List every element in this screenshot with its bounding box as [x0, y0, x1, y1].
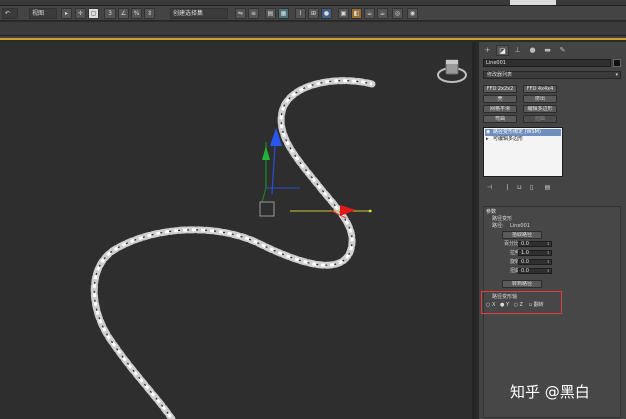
- tab-create[interactable]: +: [481, 45, 494, 56]
- mirror-icon[interactable]: ⇋: [235, 8, 246, 19]
- material-editor-icon[interactable]: ●: [321, 8, 332, 19]
- modifier-stack[interactable]: ◉ 路径变形绑定 (WSM) ▸ 可编辑多边形: [483, 127, 563, 177]
- a360-icon[interactable]: ◉: [407, 8, 418, 19]
- layer-icon[interactable]: ▤: [265, 8, 276, 19]
- spinner-snap-icon[interactable]: ⇕: [144, 8, 155, 19]
- radio-axis-y[interactable]: ● Y: [500, 302, 509, 308]
- render-iterative-icon[interactable]: ☕: [377, 8, 388, 19]
- spinner-arrows-icon[interactable]: ⇕: [547, 242, 550, 246]
- object-name-field[interactable]: Line001: [483, 59, 611, 67]
- spinner-arrows-icon[interactable]: ⇕: [547, 251, 550, 255]
- expand-arrow-icon[interactable]: ▸: [486, 136, 489, 143]
- select-region-icon[interactable]: ▢: [88, 8, 99, 19]
- axis-radio-group: ○ X ● Y ○ Z ▫ 翻转: [486, 302, 544, 308]
- modifier-button-bend[interactable]: 弯曲: [483, 115, 517, 123]
- twist-value: 0.0: [521, 268, 529, 274]
- tab-hierarchy[interactable]: ⊥: [511, 45, 524, 56]
- viewport-scene: [90, 59, 467, 419]
- axis-y-label: Y: [505, 302, 509, 308]
- tab-modify[interactable]: ◪: [496, 45, 509, 56]
- pivot-box: [259, 201, 275, 217]
- modifier-button-meshsmooth[interactable]: 网格平滑: [483, 105, 517, 113]
- render-frame-icon[interactable]: ◧: [351, 8, 362, 19]
- axis-x-label: X: [491, 302, 496, 308]
- transform-gizmo[interactable]: [261, 128, 300, 203]
- rotation-value: 0.0: [521, 259, 529, 265]
- eye-icon[interactable]: ◉: [486, 129, 490, 136]
- tab-motion[interactable]: ●: [526, 45, 539, 56]
- stack-tools: ⊣ | ⊔ ▯ ▤: [483, 184, 621, 192]
- render-setup-icon[interactable]: ▣: [338, 8, 349, 19]
- modifier-button-twist[interactable]: 扭曲: [523, 115, 557, 123]
- percent-spinner[interactable]: 0.0 ⇕: [518, 241, 552, 247]
- stretch-spinner[interactable]: 1.0 ⇕: [518, 250, 552, 256]
- selection-set-dropdown[interactable]: 创建选择集: [170, 8, 228, 19]
- stack-item-label: 可编辑多边形: [493, 136, 524, 142]
- scene-explorer-icon[interactable]: ▦: [278, 8, 289, 19]
- undo-dropdown[interactable]: ↶: [2, 8, 18, 19]
- render-production-icon[interactable]: ☕: [364, 8, 375, 19]
- modifier-list-dropdown[interactable]: 修改器列表 ▾: [483, 71, 621, 79]
- modifier-button-shell[interactable]: 壳: [483, 95, 517, 103]
- modifier-button-ffd4[interactable]: FFD 4x4x4: [523, 85, 557, 93]
- stack-item-label: 路径变形绑定 (WSM): [493, 129, 541, 135]
- render-online-icon[interactable]: ◎: [392, 8, 403, 19]
- command-panel: + ◪ ⊥ ● ▬ ✎ Line001 修改器列表 ▾ FFD 2x2x2 FF…: [478, 42, 626, 419]
- path-deform-label: 路径变形: [492, 216, 513, 222]
- move-icon[interactable]: ✛: [75, 8, 86, 19]
- percent-snap-icon[interactable]: %: [131, 8, 142, 19]
- viewport-scrollbar[interactable]: [472, 42, 476, 419]
- pin-stack-icon[interactable]: ⊣: [485, 184, 494, 192]
- make-unique-icon[interactable]: ⊔: [515, 184, 524, 192]
- view-dropdown[interactable]: 视图: [29, 8, 57, 19]
- ribbon-strip: [0, 22, 626, 36]
- modifier-list-label: 修改器列表: [487, 72, 513, 78]
- main-toolbar: ↶ 视图 ▸ ▢ ✛ 3 ∠ % ⇕ 创建选择集 ⇋ ≡ ▤ ▦ ⌇ ⊞ ● ▣…: [0, 6, 626, 21]
- show-end-result-icon[interactable]: |: [503, 184, 512, 192]
- chevron-down-icon: ▾: [615, 72, 618, 78]
- curve-editor-icon[interactable]: ⌇: [295, 8, 306, 19]
- modifier-button-ffd2[interactable]: FFD 2x2x2: [483, 85, 517, 93]
- spinner-arrows-icon[interactable]: ⇕: [547, 260, 550, 264]
- radio-axis-z[interactable]: ○ Z: [514, 302, 523, 308]
- view-cube-icon[interactable]: [437, 59, 467, 83]
- remove-modifier-icon[interactable]: ▯: [527, 184, 536, 192]
- stack-item-editable-poly[interactable]: ▸ 可编辑多边形: [485, 136, 561, 143]
- configure-sets-icon[interactable]: ▤: [543, 184, 552, 192]
- spinner-arrows-icon[interactable]: ⇕: [547, 269, 550, 273]
- move-to-path-button[interactable]: 转到路径: [502, 280, 542, 288]
- radio-axis-x[interactable]: ○ X: [486, 302, 495, 308]
- percent-value: 0.0: [521, 241, 529, 247]
- flip-checkbox[interactable]: ▫ 翻转: [529, 302, 544, 308]
- flip-label: 翻转: [533, 302, 544, 308]
- ribbon-sub-strip: [0, 36, 626, 40]
- rotation-spinner[interactable]: 0.0 ⇕: [518, 259, 552, 265]
- rollout-title[interactable]: 参数: [486, 208, 496, 215]
- perspective-viewport[interactable]: [0, 42, 476, 419]
- command-panel-tabs: + ◪ ⊥ ● ▬ ✎: [481, 44, 621, 56]
- path-label: 路径:: [492, 223, 504, 229]
- path-value: Line001: [510, 223, 530, 229]
- angle-snap-icon[interactable]: ∠: [118, 8, 129, 19]
- chain-object[interactable]: [90, 77, 376, 419]
- axis-z-label: Z: [519, 302, 523, 308]
- modifier-button-edit-poly[interactable]: 编辑多边形: [523, 105, 557, 113]
- tab-utilities[interactable]: ✎: [556, 45, 569, 56]
- watermark-text: 知乎 @黑白: [510, 383, 590, 401]
- stretch-value: 1.0: [521, 250, 529, 256]
- modifier-button-extrude[interactable]: 挤出: [523, 95, 557, 103]
- align-icon[interactable]: ≡: [248, 8, 259, 19]
- twist-spinner[interactable]: 0.0 ⇕: [518, 268, 552, 274]
- path-axis: [290, 205, 372, 219]
- snap-toggle[interactable]: 3: [104, 8, 116, 19]
- object-color-swatch[interactable]: [613, 59, 621, 67]
- schematic-view-icon[interactable]: ⊞: [308, 8, 319, 19]
- percent-label: 百分比: [504, 241, 520, 247]
- select-object-icon[interactable]: ▸: [61, 8, 72, 19]
- pick-path-button[interactable]: 拾取路径: [502, 231, 542, 239]
- stack-item-path-deform[interactable]: ◉ 路径变形绑定 (WSM): [485, 129, 561, 136]
- tab-display[interactable]: ▬: [541, 45, 554, 56]
